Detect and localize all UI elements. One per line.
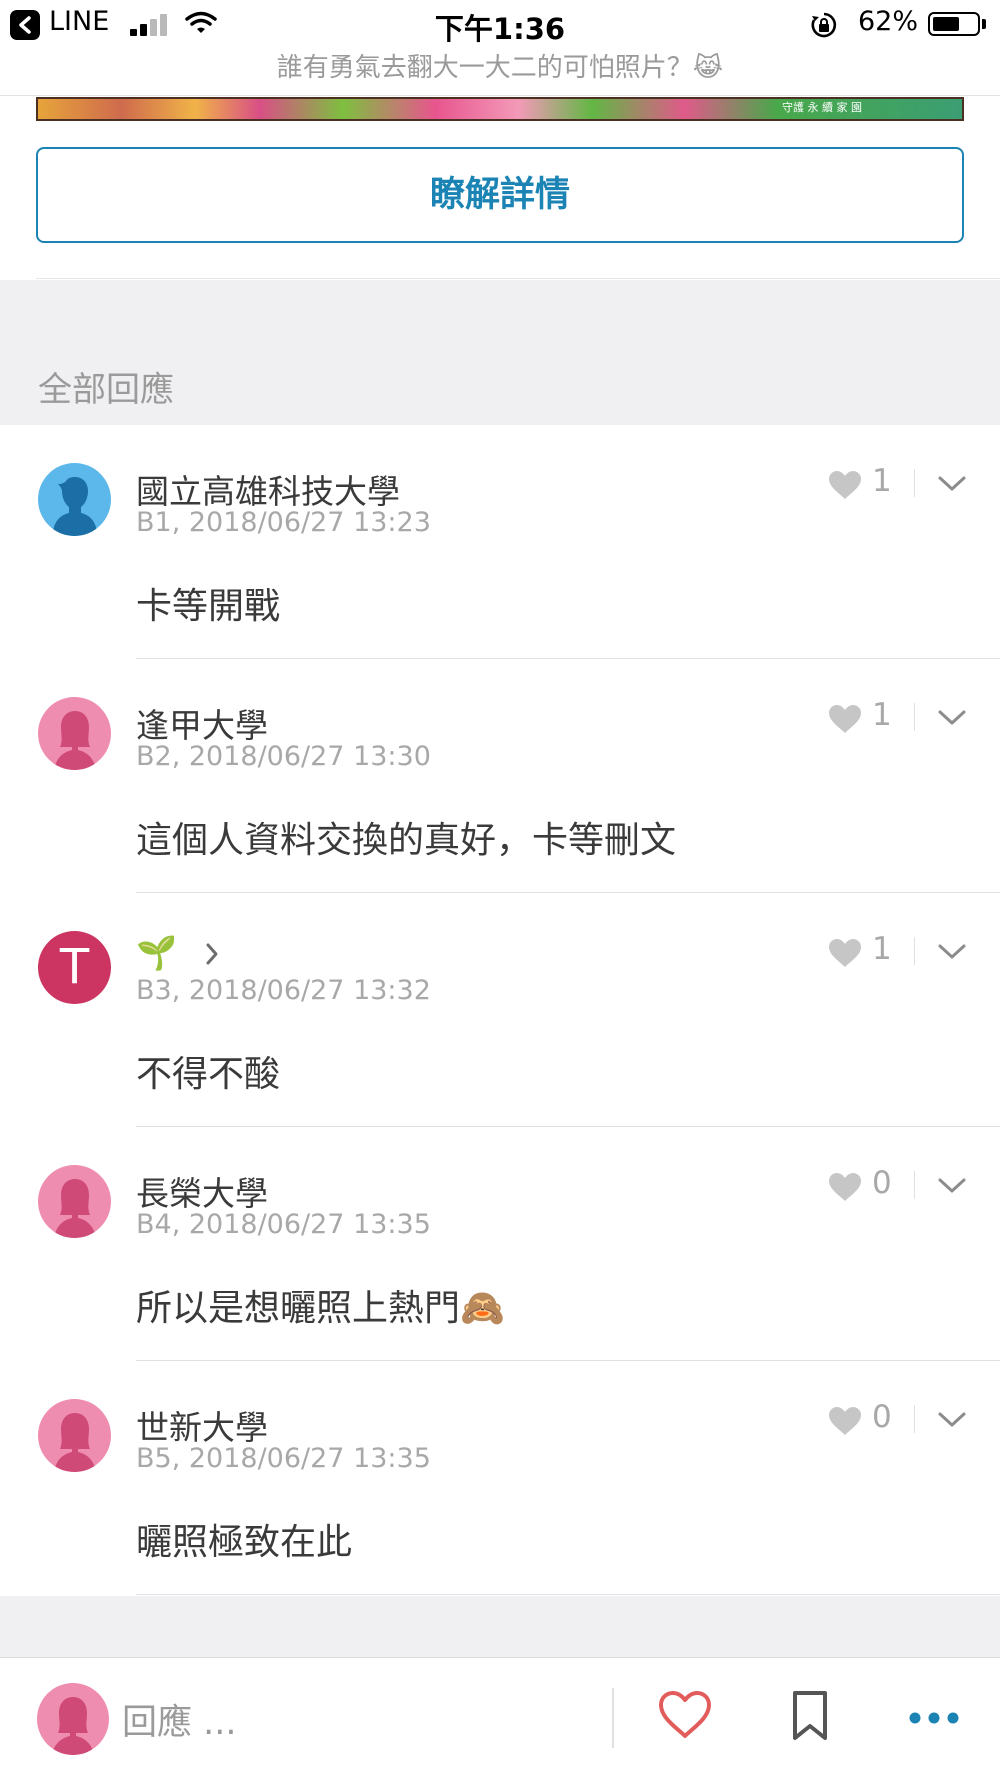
- male-silhouette-icon: [52, 477, 98, 536]
- female-silhouette-icon: [54, 1179, 96, 1238]
- comment-floor-time: B4, 2018/06/27 13:35: [136, 1209, 431, 1240]
- my-avatar: [37, 1683, 109, 1755]
- like-count: 0: [872, 1165, 892, 1201]
- comment-row[interactable]: T 🌱 B3, 2018/06/27 13:32 不得不酸 1: [0, 893, 1000, 1127]
- comment-floor-time: B1, 2018/06/27 13:23: [136, 507, 431, 538]
- like-count: 1: [872, 463, 892, 499]
- avatar[interactable]: [38, 1165, 111, 1238]
- comment-text: 曬照極致在此: [136, 1522, 353, 1563]
- avatar-letter: T: [59, 939, 90, 995]
- female-silhouette-icon: [54, 711, 96, 770]
- action-separator: [914, 1405, 915, 1433]
- comment-text: 不得不酸: [136, 1054, 281, 1095]
- author-name: 逢甲大學: [136, 706, 268, 745]
- battery-icon: [928, 12, 980, 36]
- action-separator: [914, 1171, 915, 1199]
- comment-row[interactable]: 世新大學 B5, 2018/06/27 13:35 曬照極致在此 0: [0, 1361, 1000, 1595]
- bookmark-icon[interactable]: [790, 1690, 830, 1746]
- like-count: 0: [872, 1399, 892, 1435]
- battery-tip: [982, 19, 986, 29]
- author-name: 國立高雄科技大學: [136, 472, 400, 511]
- chevron-down-icon[interactable]: [937, 709, 967, 731]
- like-heart-icon[interactable]: [827, 1405, 863, 1441]
- comment-author[interactable]: 🌱: [136, 933, 219, 974]
- comment-author[interactable]: 長榮大學: [136, 1167, 268, 1215]
- chevron-down-icon[interactable]: [937, 1411, 967, 1433]
- like-count: 1: [872, 697, 892, 733]
- chevron-down-icon[interactable]: [937, 475, 967, 497]
- action-separator: [914, 469, 915, 497]
- like-heart-icon[interactable]: [827, 937, 863, 973]
- action-separator: [914, 937, 915, 965]
- clock: 下午1:36: [434, 12, 566, 46]
- row-divider: [136, 1594, 1000, 1595]
- comment-row[interactable]: 長榮大學 B4, 2018/06/27 13:35 所以是想曬照上熱門🙈 0: [0, 1127, 1000, 1361]
- action-separator: [914, 703, 915, 731]
- comment-row[interactable]: 逢甲大學 B2, 2018/06/27 13:30 這個人資料交換的真好，卡等刪文 1: [0, 659, 1000, 893]
- comment-text: 這個人資料交換的真好，卡等刪文: [136, 820, 677, 861]
- battery-fill: [933, 17, 959, 31]
- avatar[interactable]: T: [38, 931, 111, 1004]
- like-heart-icon[interactable]: [827, 469, 863, 505]
- author-name: 世新大學: [136, 1408, 268, 1447]
- avatar[interactable]: [38, 1399, 111, 1472]
- like-heart-icon[interactable]: [827, 1171, 863, 1207]
- comment-text: 卡等開戰: [136, 586, 281, 627]
- status-bar: LINE 下午1:36 62%: [0, 0, 1000, 50]
- reply-input[interactable]: 回應 ...: [122, 1694, 237, 1745]
- comment-author[interactable]: 逢甲大學: [136, 699, 268, 747]
- post-title[interactable]: 誰有勇氣去翻大一大二的可怕照片？😹: [0, 50, 1000, 94]
- chevron-down-icon[interactable]: [937, 943, 967, 965]
- ad-divider: [36, 278, 1000, 279]
- more-options-icon[interactable]: [908, 1710, 960, 1729]
- female-silhouette-icon: [54, 1413, 96, 1472]
- female-silhouette-icon: [52, 1697, 94, 1755]
- avatar[interactable]: [38, 697, 111, 770]
- comment-author[interactable]: 世新大學: [136, 1401, 268, 1449]
- comment-floor-time: B2, 2018/06/27 13:30: [136, 741, 431, 772]
- chevron-down-icon[interactable]: [937, 1177, 967, 1199]
- nav-divider: [0, 95, 1000, 96]
- ad-banner-image[interactable]: 守護 永 續 家 園: [36, 97, 964, 121]
- comment-floor-time: B3, 2018/06/27 13:32: [136, 975, 431, 1006]
- list-end-spacer: [0, 1596, 1000, 1657]
- like-heart-icon[interactable]: [827, 703, 863, 739]
- ad-banner-caption: 守護 永 續 家 園: [782, 101, 862, 114]
- bottom-bar-separator: [612, 1688, 614, 1748]
- like-count: 1: [872, 931, 892, 967]
- chevron-right-icon: [205, 935, 219, 974]
- bottom-bar: 回應 ...: [0, 1658, 1000, 1778]
- author-name: 🌱: [136, 933, 178, 972]
- comments-section-title: 全部回應: [38, 370, 174, 410]
- author-name: 長榮大學: [136, 1174, 268, 1213]
- learn-more-button[interactable]: 瞭解詳情: [36, 147, 964, 243]
- comment-floor-time: B5, 2018/06/27 13:35: [136, 1443, 431, 1474]
- rotation-lock-icon: [810, 11, 838, 43]
- comment-author[interactable]: 國立高雄科技大學: [136, 465, 400, 513]
- comment-row[interactable]: 國立高雄科技大學 B1, 2018/06/27 13:23 卡等開戰 1: [0, 425, 1000, 659]
- battery-percent: 62%: [858, 6, 919, 37]
- comment-text: 所以是想曬照上熱門🙈: [136, 1288, 505, 1329]
- heart-icon[interactable]: [657, 1690, 713, 1744]
- avatar[interactable]: [38, 463, 111, 536]
